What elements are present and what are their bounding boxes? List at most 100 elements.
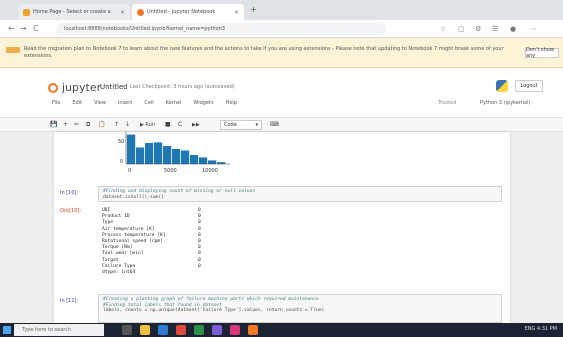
kernel-indicator[interactable]: Python 3 (ipykernel) bbox=[480, 100, 531, 106]
star-icon[interactable]: ☆ bbox=[440, 24, 446, 34]
logout-button[interactable]: Logout bbox=[515, 80, 543, 92]
new-tab-button[interactable]: + bbox=[250, 5, 257, 14]
office-icon[interactable] bbox=[176, 325, 186, 335]
cell-type-value: Code bbox=[224, 122, 237, 128]
system-clock: ENG 4:31 PM bbox=[524, 326, 557, 332]
histogram-bar bbox=[163, 146, 172, 164]
python-logo-icon bbox=[496, 80, 508, 92]
tab-home-page[interactable]: Home Page - Select or create a × bbox=[18, 4, 130, 20]
output-row: Target 0 bbox=[102, 258, 222, 264]
column-name: Product ID bbox=[102, 214, 130, 220]
copy-icon[interactable]: ⧉ bbox=[86, 120, 90, 130]
code-line: dataset.isnull().sum() bbox=[103, 194, 164, 200]
x-tick-label: 10000 bbox=[202, 168, 218, 174]
app-icon[interactable] bbox=[212, 325, 222, 335]
dismiss-banner-button[interactable]: Don't show any bbox=[525, 47, 559, 59]
output-row: Type 0 bbox=[102, 220, 222, 226]
chevron-down-icon: ▾ bbox=[255, 122, 258, 128]
move-up-icon[interactable]: ↑ bbox=[114, 120, 119, 130]
url-input[interactable]: localhost:8888/notebooks/Untitled.ipynb?… bbox=[56, 23, 386, 35]
run-button[interactable]: ▶ Run bbox=[140, 120, 155, 130]
cell-prompt: In [10]: bbox=[60, 190, 79, 196]
y-tick-label: 50 bbox=[118, 139, 124, 145]
output-prompt: Out[10]: bbox=[60, 208, 82, 214]
keyboard-icon[interactable]: ⌨ bbox=[270, 120, 279, 130]
trusted-indicator[interactable]: Trusted bbox=[438, 100, 456, 106]
address-bar-row: ← → C localhost:8888/notebooks/Untitled.… bbox=[0, 20, 563, 38]
dtype-line: dtype: int64 bbox=[102, 270, 136, 275]
windows-start-icon[interactable] bbox=[3, 326, 11, 334]
column-name: Failure Type bbox=[102, 263, 136, 269]
favorites-icon[interactable]: ☰ bbox=[492, 24, 498, 34]
search-placeholder: Type here to search bbox=[22, 327, 72, 333]
tab-label: Home Page - Select or create a bbox=[33, 9, 111, 15]
menu-edit[interactable]: Edit bbox=[72, 100, 82, 106]
move-down-icon[interactable]: ↓ bbox=[125, 120, 130, 130]
edge-icon[interactable] bbox=[158, 325, 168, 335]
task-view-icon[interactable] bbox=[122, 325, 132, 335]
tab-untitled-notebook[interactable]: Untitled - Jupyter Notebook × bbox=[132, 4, 244, 20]
jupyter-taskbar-icon[interactable] bbox=[248, 325, 258, 335]
restart-icon[interactable]: C bbox=[178, 120, 182, 130]
output-row: Product ID 0 bbox=[102, 214, 222, 220]
null-count: 0 bbox=[198, 214, 201, 220]
output-row: Failure Type 0 bbox=[102, 264, 222, 270]
close-icon[interactable]: × bbox=[120, 9, 125, 16]
file-explorer-icon[interactable] bbox=[140, 325, 150, 335]
collections-icon[interactable]: ▢ bbox=[458, 24, 465, 34]
jupyter-header: jupyter Untitled Last Checkpoint: 3 hour… bbox=[0, 68, 563, 118]
menu-widgets[interactable]: Widgets bbox=[193, 100, 213, 106]
notebook-title[interactable]: Untitled bbox=[100, 83, 128, 91]
paste-icon[interactable]: 📋 bbox=[98, 120, 105, 130]
menu-file[interactable]: File bbox=[52, 100, 60, 106]
histogram-bar bbox=[145, 143, 154, 164]
null-count: 0 bbox=[198, 208, 201, 213]
column-name: UDI bbox=[102, 208, 111, 213]
restart-run-all-icon[interactable]: ▶▶ bbox=[192, 120, 200, 130]
code-comment: #Creating a plotting graph of failure ma… bbox=[103, 297, 319, 302]
null-count: 0 bbox=[198, 251, 201, 257]
histogram-bars bbox=[127, 134, 226, 164]
taskbar-search-input[interactable]: Type here to search bbox=[14, 324, 104, 336]
histogram-bar bbox=[208, 160, 217, 164]
notebook-page: 50 0 0 5000 10000 In [10]: #Finding and … bbox=[54, 132, 510, 323]
notebook-toolbar: 💾 + ✂ ⧉ 📋 ↑ ↓ ▶ Run ■ C ▶▶ Code ▾ ⌨ bbox=[0, 118, 563, 132]
menu-help[interactable]: Help bbox=[226, 100, 237, 106]
null-count: 0 bbox=[198, 257, 201, 263]
histogram-bar bbox=[199, 157, 208, 164]
back-icon[interactable]: ← bbox=[8, 24, 15, 34]
code-cell[interactable]: #Finding and displaying count of missing… bbox=[98, 186, 502, 202]
histogram-bar bbox=[127, 134, 136, 164]
tab-label: Untitled - Jupyter Notebook bbox=[147, 9, 216, 15]
jupyter-logo[interactable]: jupyter bbox=[48, 81, 101, 94]
insert-cell-icon[interactable]: + bbox=[63, 120, 68, 130]
null-count: 0 bbox=[198, 226, 201, 232]
column-name: Air temperature [K] bbox=[102, 226, 155, 232]
stop-icon[interactable]: ■ bbox=[165, 120, 171, 130]
forward-icon[interactable]: → bbox=[20, 24, 27, 34]
column-name: Torque [Nm] bbox=[102, 245, 133, 251]
menu-icon[interactable]: ⋯ bbox=[530, 24, 537, 34]
menu-cell[interactable]: Cell bbox=[144, 100, 153, 106]
menu-view[interactable]: View bbox=[94, 100, 106, 106]
menu-kernel[interactable]: Kernel bbox=[166, 100, 182, 106]
code-cell[interactable]: #Creating a plotting graph of failure ma… bbox=[98, 294, 502, 323]
reload-icon[interactable]: C bbox=[33, 24, 39, 34]
save-icon[interactable]: 💾 bbox=[50, 120, 57, 130]
app-icon[interactable] bbox=[230, 325, 240, 335]
store-icon[interactable] bbox=[194, 325, 204, 335]
cell-type-select[interactable]: Code ▾ bbox=[220, 120, 262, 130]
null-count: 0 bbox=[198, 220, 201, 226]
output-row: Tool wear [min] 0 bbox=[102, 251, 222, 257]
info-badge bbox=[6, 47, 20, 53]
output-row: Torque [Nm] 0 bbox=[102, 245, 222, 251]
menu-insert[interactable]: Insert bbox=[118, 100, 132, 106]
menu-bar: File Edit View Insert Cell Kernel Widget… bbox=[52, 100, 237, 106]
cut-icon[interactable]: ✂ bbox=[74, 120, 79, 130]
null-count: 0 bbox=[198, 232, 201, 238]
column-name: Type bbox=[102, 220, 114, 226]
profile-icon[interactable]: ● bbox=[510, 24, 516, 34]
extensions-icon[interactable]: ⚙ bbox=[475, 24, 481, 34]
close-icon[interactable]: × bbox=[234, 9, 239, 16]
notebook7-banner: Read the migration plan to Notebook 7 to… bbox=[0, 38, 563, 68]
